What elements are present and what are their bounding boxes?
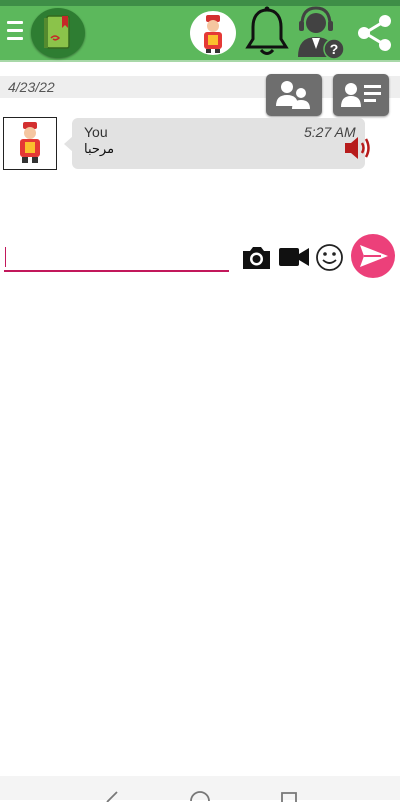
text-cursor bbox=[5, 247, 6, 267]
hamburger-icon[interactable] bbox=[7, 21, 23, 43]
date-label: 4/23/22 bbox=[8, 79, 55, 95]
group-users-icon bbox=[276, 81, 310, 109]
contact-card-button[interactable] bbox=[333, 74, 389, 116]
support-agent-icon[interactable]: ? bbox=[294, 5, 346, 61]
group-users-button[interactable] bbox=[266, 74, 322, 116]
share-icon[interactable] bbox=[354, 13, 394, 53]
send-icon bbox=[360, 245, 388, 267]
message-input-underline bbox=[4, 270, 229, 272]
message-avatar[interactable] bbox=[3, 117, 57, 170]
contact-card-icon bbox=[341, 83, 381, 107]
home-circle-icon[interactable] bbox=[189, 788, 211, 802]
message-input-wrapper bbox=[4, 244, 229, 272]
bell-icon[interactable] bbox=[244, 5, 290, 59]
speaker-icon[interactable] bbox=[343, 134, 373, 162]
message-text: مرحبا bbox=[84, 141, 115, 156]
recent-square-icon[interactable] bbox=[280, 789, 298, 802]
back-triangle-icon[interactable] bbox=[101, 789, 121, 803]
message-sender: You bbox=[84, 124, 108, 140]
book-logo-icon[interactable] bbox=[31, 8, 85, 58]
send-button[interactable] bbox=[351, 234, 395, 278]
svg-text:?: ? bbox=[330, 41, 339, 57]
emoji-icon[interactable] bbox=[315, 243, 344, 272]
avatar-icon[interactable] bbox=[190, 11, 236, 55]
camera-icon[interactable] bbox=[241, 242, 272, 272]
message-input[interactable] bbox=[4, 244, 229, 270]
video-camera-icon[interactable] bbox=[278, 244, 310, 270]
